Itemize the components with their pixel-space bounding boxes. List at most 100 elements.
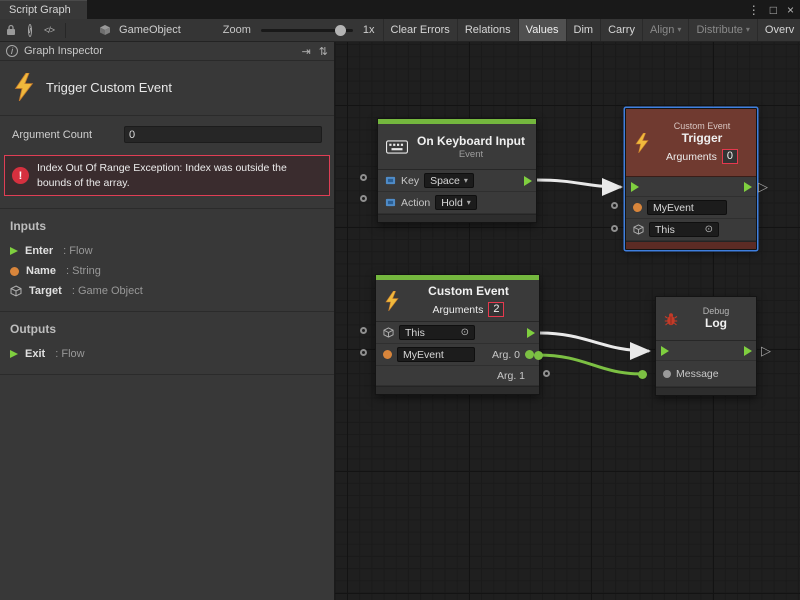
carry-button[interactable]: Carry (600, 19, 642, 42)
tab-script-graph[interactable]: Script Graph (0, 0, 87, 19)
key-dropdown[interactable]: Space▾ (424, 173, 474, 188)
message-input-port[interactable] (663, 370, 671, 378)
flow-input-port[interactable] (631, 182, 639, 192)
flow-row (626, 177, 756, 197)
event-name-value: MyEvent (653, 202, 694, 214)
overview-button[interactable]: Overv (757, 19, 800, 42)
port-type: : Game Object (69, 285, 143, 297)
updown-icon[interactable]: ⇅ (319, 45, 328, 58)
string-port-icon[interactable] (383, 350, 392, 359)
input-port-ring[interactable] (611, 225, 618, 232)
flow-output-port[interactable] (744, 182, 752, 192)
info-icon: i (6, 45, 18, 57)
button-label: Values (526, 24, 559, 36)
arg0-output-port[interactable] (525, 350, 534, 359)
zoom-slider[interactable] (261, 29, 353, 32)
keyboard-icon (386, 140, 408, 154)
input-port-ring[interactable] (360, 349, 367, 356)
input-port-ring[interactable] (611, 202, 618, 209)
argument-count-input[interactable] (124, 126, 322, 143)
target-dropdown[interactable]: This⊙ (399, 325, 475, 340)
toolbar-divider (65, 23, 66, 38)
node-title: On Keyboard Input (414, 134, 528, 149)
button-label: Clear Errors (391, 24, 450, 36)
panel-header: i Graph Inspector ⇥ ⇅ (0, 42, 334, 61)
node-custom-event[interactable]: Custom Event Arguments 2 This⊙ MyEvent Ar… (375, 274, 540, 395)
arguments-count-badge[interactable]: 0 (722, 149, 738, 164)
input-row-name: Name : String (0, 261, 334, 281)
play-indicator[interactable]: ▷ (761, 344, 771, 357)
align-button[interactable]: Align▾ (642, 19, 688, 42)
info-icon-glyph: i (29, 25, 31, 35)
key-icon (385, 197, 396, 208)
argument-count-row: Argument Count (0, 116, 334, 147)
node-kind: Debug (684, 306, 748, 316)
distribute-button[interactable]: Distribute▾ (688, 19, 756, 42)
port-type: : String (63, 265, 101, 277)
play-indicator[interactable]: ▷ (758, 180, 768, 193)
target-picker-icon[interactable]: ⊙ (461, 328, 469, 338)
input-port-ring[interactable] (360, 195, 367, 202)
wire-keyboard-to-trigger (537, 180, 620, 187)
target-dropdown[interactable]: This⊙ (649, 222, 719, 237)
panel-header-icons: ⇥ ⇅ (302, 45, 328, 58)
unity-cube-icon (99, 24, 111, 36)
maximize-icon[interactable]: □ (770, 4, 777, 16)
node-on-keyboard-input[interactable]: On Keyboard Input Event Key Space▾ Actio… (377, 118, 537, 223)
flow-port-icon (10, 350, 18, 358)
node-debug-log[interactable]: Debug Log Message (655, 296, 757, 396)
node-title: Trigger (656, 131, 748, 146)
lock-icon[interactable] (0, 19, 22, 42)
action-value: Hold (441, 197, 463, 209)
node-header: Debug Log (656, 297, 756, 341)
flow-output-port[interactable] (744, 346, 752, 356)
dim-button[interactable]: Dim (566, 19, 601, 42)
code-icon[interactable]: </> (38, 19, 60, 42)
values-button[interactable]: Values (518, 19, 566, 42)
flow-output-port[interactable] (527, 328, 535, 338)
port-name: Name (26, 265, 56, 277)
node-subtitle: Event (414, 149, 528, 160)
event-name-field[interactable]: MyEvent (397, 347, 475, 362)
zoom-value: 1x (359, 24, 379, 36)
event-name-row: MyEvent Arg. 0 (376, 344, 539, 366)
flow-input-port[interactable] (661, 346, 669, 356)
input-port-ring[interactable] (360, 327, 367, 334)
event-name-field[interactable]: MyEvent (647, 200, 727, 215)
arg1-port-ring[interactable] (543, 370, 550, 377)
action-label: Action (401, 197, 430, 209)
relations-button[interactable]: Relations (457, 19, 518, 42)
flow-row (656, 341, 756, 361)
graph-canvas[interactable]: On Keyboard Input Event Key Space▾ Actio… (335, 42, 800, 600)
target-row: This⊙ (626, 219, 756, 241)
arguments-count-badge[interactable]: 2 (488, 302, 504, 317)
chevron-down-icon: ▾ (746, 26, 750, 34)
arguments-label: Arguments (433, 304, 484, 316)
node-trigger-custom-event[interactable]: Custom Event Trigger Arguments0 MyEvent … (625, 108, 757, 250)
error-text: Index Out Of Range Exception: Index was … (37, 161, 321, 190)
clear-errors-button[interactable]: Clear Errors (383, 19, 457, 42)
unity-visual-scripting-window: Script Graph ⋮ □ × i </> GameObject Zoom… (0, 0, 800, 600)
zoom-slider-handle[interactable] (335, 25, 346, 36)
node-title: Custom Event (406, 284, 531, 299)
lightning-icon (12, 73, 36, 101)
flow-output-port[interactable] (524, 176, 532, 186)
gameobject-selector[interactable]: GameObject (99, 24, 185, 36)
input-port-ring[interactable] (360, 174, 367, 181)
output-row-exit: Exit : Flow (0, 344, 334, 364)
menu-icon[interactable]: ⋮ (748, 4, 760, 16)
target-row: This⊙ (376, 322, 539, 344)
selected-node-title-block: Trigger Custom Event (0, 61, 334, 116)
action-dropdown[interactable]: Hold ▾ (435, 195, 477, 210)
zoom-label: Zoom (219, 24, 255, 36)
info-icon[interactable]: i (28, 24, 32, 37)
wire-start-dot (534, 351, 543, 360)
string-port-icon[interactable] (633, 203, 642, 212)
chevron-down-icon: ▾ (467, 199, 471, 207)
node-footer (626, 241, 756, 249)
graph-inspector-panel: i Graph Inspector ⇥ ⇅ Trigger Custom Eve… (0, 42, 335, 600)
node-header: On Keyboard Input Event (378, 124, 536, 170)
target-picker-icon[interactable]: ⊙ (705, 225, 713, 235)
close-icon[interactable]: × (787, 4, 794, 16)
dock-icon[interactable]: ⇥ (302, 45, 311, 58)
